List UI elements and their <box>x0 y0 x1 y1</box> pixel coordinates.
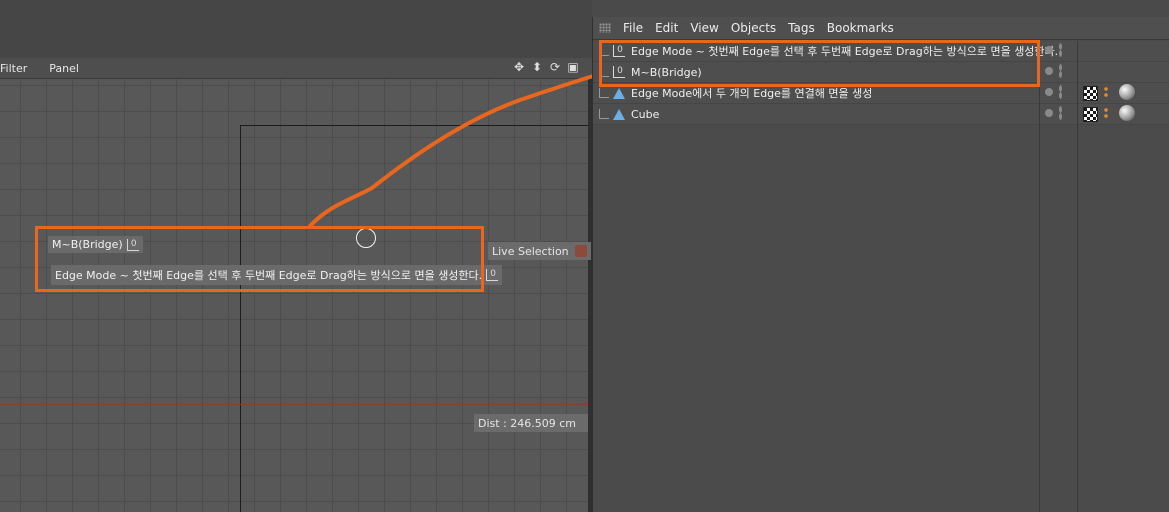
object-row[interactable]: Cube <box>593 104 1169 125</box>
polygon-object-icon <box>613 87 625 99</box>
render-visibility-icon[interactable] <box>1059 106 1062 120</box>
checker-material-tag-icon[interactable] <box>1083 107 1098 122</box>
object-list-empty-area[interactable] <box>593 125 1169 512</box>
material-tag-icon[interactable] <box>1119 105 1135 121</box>
column-divider <box>1077 41 1078 512</box>
polygon-object-icon <box>613 108 625 120</box>
menu-edit[interactable]: Edit <box>651 21 686 35</box>
object-name[interactable]: Cube <box>631 108 659 121</box>
render-visibility-icon[interactable] <box>1059 43 1062 57</box>
menu-bookmarks[interactable]: Bookmarks <box>823 21 902 35</box>
panel-grip-icon[interactable] <box>599 23 611 33</box>
render-visibility-icon[interactable] <box>1059 85 1062 99</box>
material-tag-icon[interactable] <box>1119 84 1135 100</box>
visibility-dot-icon[interactable] <box>1045 88 1053 96</box>
tree-branch-icon <box>599 88 609 98</box>
annotation-highlight-object-manager <box>599 40 1040 87</box>
visibility-dot-icon[interactable] <box>1045 46 1053 54</box>
selection-tag-icon[interactable] <box>1103 86 1109 98</box>
visibility-dot-icon[interactable] <box>1045 109 1053 117</box>
checker-material-tag-icon[interactable] <box>1083 86 1098 101</box>
menu-view[interactable]: View <box>686 21 726 35</box>
visibility-dot-icon[interactable] <box>1045 67 1053 75</box>
menu-tags[interactable]: Tags <box>784 21 823 35</box>
render-visibility-icon[interactable] <box>1059 64 1062 78</box>
menu-objects[interactable]: Objects <box>727 21 784 35</box>
object-manager-panel: File Edit View Objects Tags Bookmarks 0 … <box>592 17 1169 512</box>
tree-branch-icon <box>599 109 609 119</box>
object-name[interactable]: Edge Mode에서 두 개의 Edge를 연결해 면을 생성 <box>631 85 872 101</box>
column-divider <box>1039 41 1040 512</box>
menu-file[interactable]: File <box>619 21 651 35</box>
object-manager-menubar: File Edit View Objects Tags Bookmarks <box>593 17 1169 40</box>
selection-tag-icon[interactable] <box>1103 107 1109 119</box>
